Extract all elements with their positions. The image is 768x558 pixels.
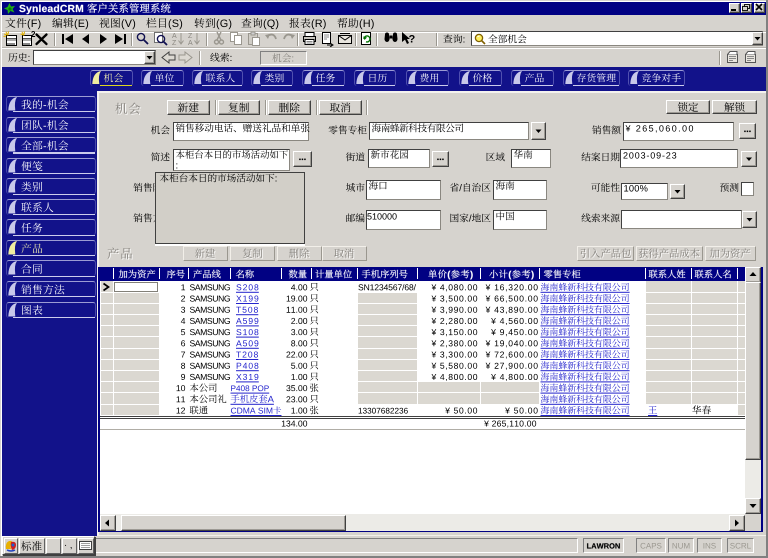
svg-text:Z: Z bbox=[172, 40, 177, 47]
svg-text:?: ? bbox=[409, 34, 416, 46]
svg-text:Z: Z bbox=[188, 33, 193, 40]
svg-text:A: A bbox=[172, 33, 177, 40]
svg-text:A: A bbox=[188, 40, 193, 47]
